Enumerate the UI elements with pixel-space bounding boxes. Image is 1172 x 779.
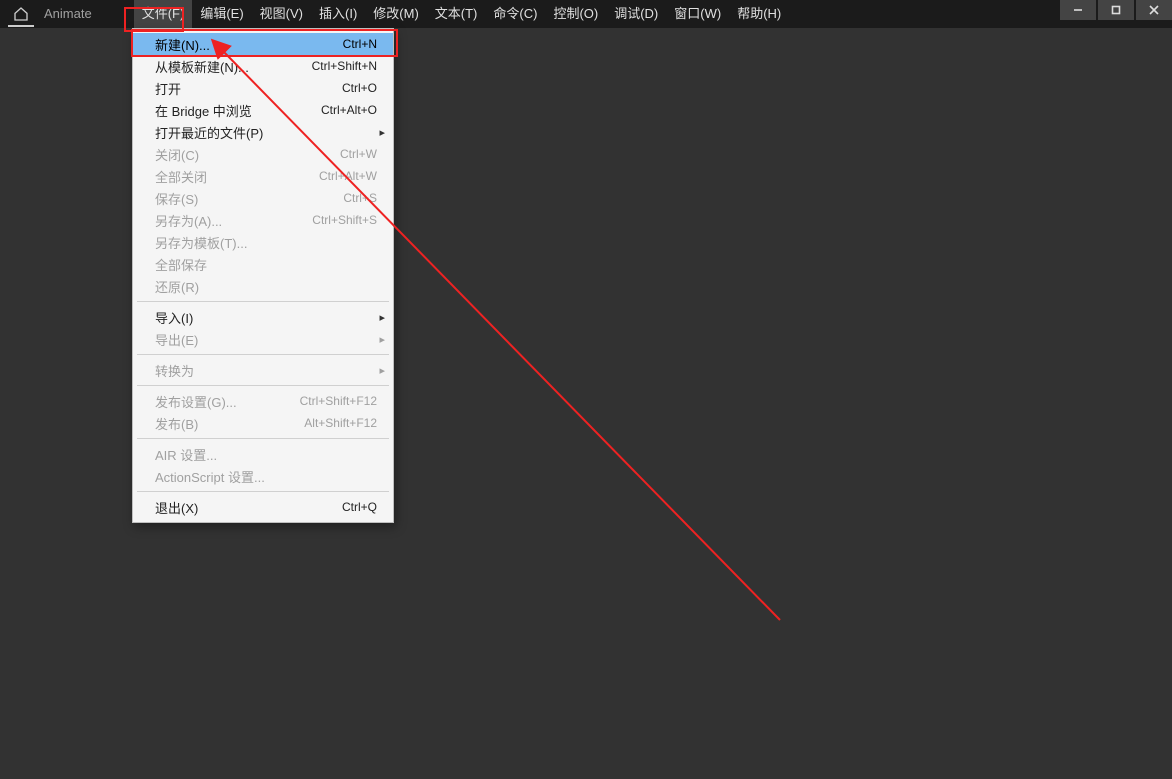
menu-item-label: 还原(R) xyxy=(155,277,199,296)
menu-2[interactable]: 视图(V) xyxy=(252,0,311,28)
menu-item-shortcut: Ctrl+Alt+W xyxy=(319,169,377,183)
file-menu-dropdown: 新建(N)... Ctrl+N 从模板新建(N)... Ctrl+Shift+N 打开 C… xyxy=(132,28,394,523)
menu-item-2-0: 转换为 ▸ xyxy=(133,359,393,381)
menu-item-label: ActionScript 设置... xyxy=(155,467,265,486)
chevron-right-icon: ▸ xyxy=(379,364,385,377)
menu-item-5-0[interactable]: 退出(X) Ctrl+Q xyxy=(133,496,393,518)
chevron-right-icon: ▸ xyxy=(379,126,385,139)
menu-separator xyxy=(137,354,389,355)
menu-item-0-2[interactable]: 打开 Ctrl+O xyxy=(133,77,393,99)
menu-item-label: 全部保存 xyxy=(155,255,207,274)
menu-4[interactable]: 修改(M) xyxy=(365,0,427,28)
menu-item-1-1: 导出(E) ▸ xyxy=(133,328,393,350)
app-title: Animate xyxy=(38,0,104,28)
menu-10[interactable]: 帮助(H) xyxy=(729,0,789,28)
menubar: 文件(F)编辑(E)视图(V)插入(I)修改(M)文本(T)命令(C)控制(O)… xyxy=(104,0,790,28)
menu-item-label: 另存为(A)... xyxy=(155,211,222,230)
menu-item-0-4[interactable]: 打开最近的文件(P) ▸ xyxy=(133,121,393,143)
menu-item-0-5: 关闭(C) Ctrl+W xyxy=(133,143,393,165)
menu-item-shortcut: Ctrl+Alt+O xyxy=(321,103,377,117)
menu-item-0-3[interactable]: 在 Bridge 中浏览 Ctrl+Alt+O xyxy=(133,99,393,121)
menu-item-3-1: 发布(B) Alt+Shift+F12 xyxy=(133,412,393,434)
chevron-right-icon: ▸ xyxy=(379,311,385,324)
menu-item-label: 关闭(C) xyxy=(155,145,199,164)
home-icon xyxy=(13,6,29,22)
menu-item-label: 导入(I) xyxy=(155,308,193,327)
menu-separator xyxy=(137,301,389,302)
menu-item-shortcut: Ctrl+Q xyxy=(342,500,377,514)
menu-item-0-11: 还原(R) xyxy=(133,275,393,297)
menu-item-0-0[interactable]: 新建(N)... Ctrl+N xyxy=(133,33,393,55)
menu-item-0-1[interactable]: 从模板新建(N)... Ctrl+Shift+N xyxy=(133,55,393,77)
maximize-icon xyxy=(1111,5,1121,15)
window-controls xyxy=(1058,0,1172,20)
menu-item-0-9: 另存为模板(T)... xyxy=(133,231,393,253)
menu-item-label: 从模板新建(N)... xyxy=(155,57,249,76)
menu-item-shortcut: Ctrl+O xyxy=(342,81,377,95)
menu-item-4-1: ActionScript 设置... xyxy=(133,465,393,487)
menu-item-label: 导出(E) xyxy=(155,330,198,349)
menu-item-shortcut: Ctrl+N xyxy=(343,37,377,51)
chevron-right-icon: ▸ xyxy=(379,333,385,346)
menu-6[interactable]: 命令(C) xyxy=(485,0,545,28)
menu-item-label: 在 Bridge 中浏览 xyxy=(155,101,252,120)
menu-item-label: 退出(X) xyxy=(155,498,198,517)
menu-item-shortcut: Ctrl+Shift+F12 xyxy=(300,394,377,408)
menu-item-shortcut: Alt+Shift+F12 xyxy=(304,416,377,430)
menu-item-3-0: 发布设置(G)... Ctrl+Shift+F12 xyxy=(133,390,393,412)
menu-item-1-0[interactable]: 导入(I) ▸ xyxy=(133,306,393,328)
menu-item-label: 转换为 xyxy=(155,361,194,380)
minimize-button[interactable] xyxy=(1060,0,1096,20)
menu-item-0-10: 全部保存 xyxy=(133,253,393,275)
menu-5[interactable]: 文本(T) xyxy=(427,0,486,28)
titlebar: Animate 文件(F)编辑(E)视图(V)插入(I)修改(M)文本(T)命令… xyxy=(0,0,1172,28)
menu-item-4-0: AIR 设置... xyxy=(133,443,393,465)
menu-item-0-6: 全部关闭 Ctrl+Alt+W xyxy=(133,165,393,187)
menu-1[interactable]: 编辑(E) xyxy=(192,0,251,28)
menu-item-shortcut: Ctrl+Shift+N xyxy=(312,59,377,73)
menu-0[interactable]: 文件(F) xyxy=(134,0,193,28)
close-button[interactable] xyxy=(1136,0,1172,20)
menu-item-label: 保存(S) xyxy=(155,189,198,208)
menu-item-label: AIR 设置... xyxy=(155,445,217,464)
menu-item-shortcut: Ctrl+W xyxy=(340,147,377,161)
menu-item-shortcut: Ctrl+Shift+S xyxy=(312,213,377,227)
menu-item-label: 打开 xyxy=(155,79,181,98)
home-underline xyxy=(8,25,34,27)
home-button[interactable] xyxy=(4,0,38,28)
menu-item-label: 打开最近的文件(P) xyxy=(155,123,263,142)
minimize-icon xyxy=(1073,5,1083,15)
menu-item-0-8: 另存为(A)... Ctrl+Shift+S xyxy=(133,209,393,231)
menu-item-shortcut: Ctrl+S xyxy=(343,191,377,205)
menu-item-label: 另存为模板(T)... xyxy=(155,233,247,252)
menu-item-label: 新建(N)... xyxy=(155,35,210,54)
close-icon xyxy=(1149,5,1159,15)
menu-7[interactable]: 控制(O) xyxy=(545,0,606,28)
menu-separator xyxy=(137,491,389,492)
menu-item-label: 发布设置(G)... xyxy=(155,392,237,411)
maximize-button[interactable] xyxy=(1098,0,1134,20)
menu-9[interactable]: 窗口(W) xyxy=(666,0,729,28)
menu-8[interactable]: 调试(D) xyxy=(606,0,666,28)
menu-3[interactable]: 插入(I) xyxy=(311,0,365,28)
menu-item-label: 全部关闭 xyxy=(155,167,207,186)
menu-separator xyxy=(137,385,389,386)
menu-item-label: 发布(B) xyxy=(155,414,198,433)
menu-item-0-7: 保存(S) Ctrl+S xyxy=(133,187,393,209)
menu-separator xyxy=(137,438,389,439)
